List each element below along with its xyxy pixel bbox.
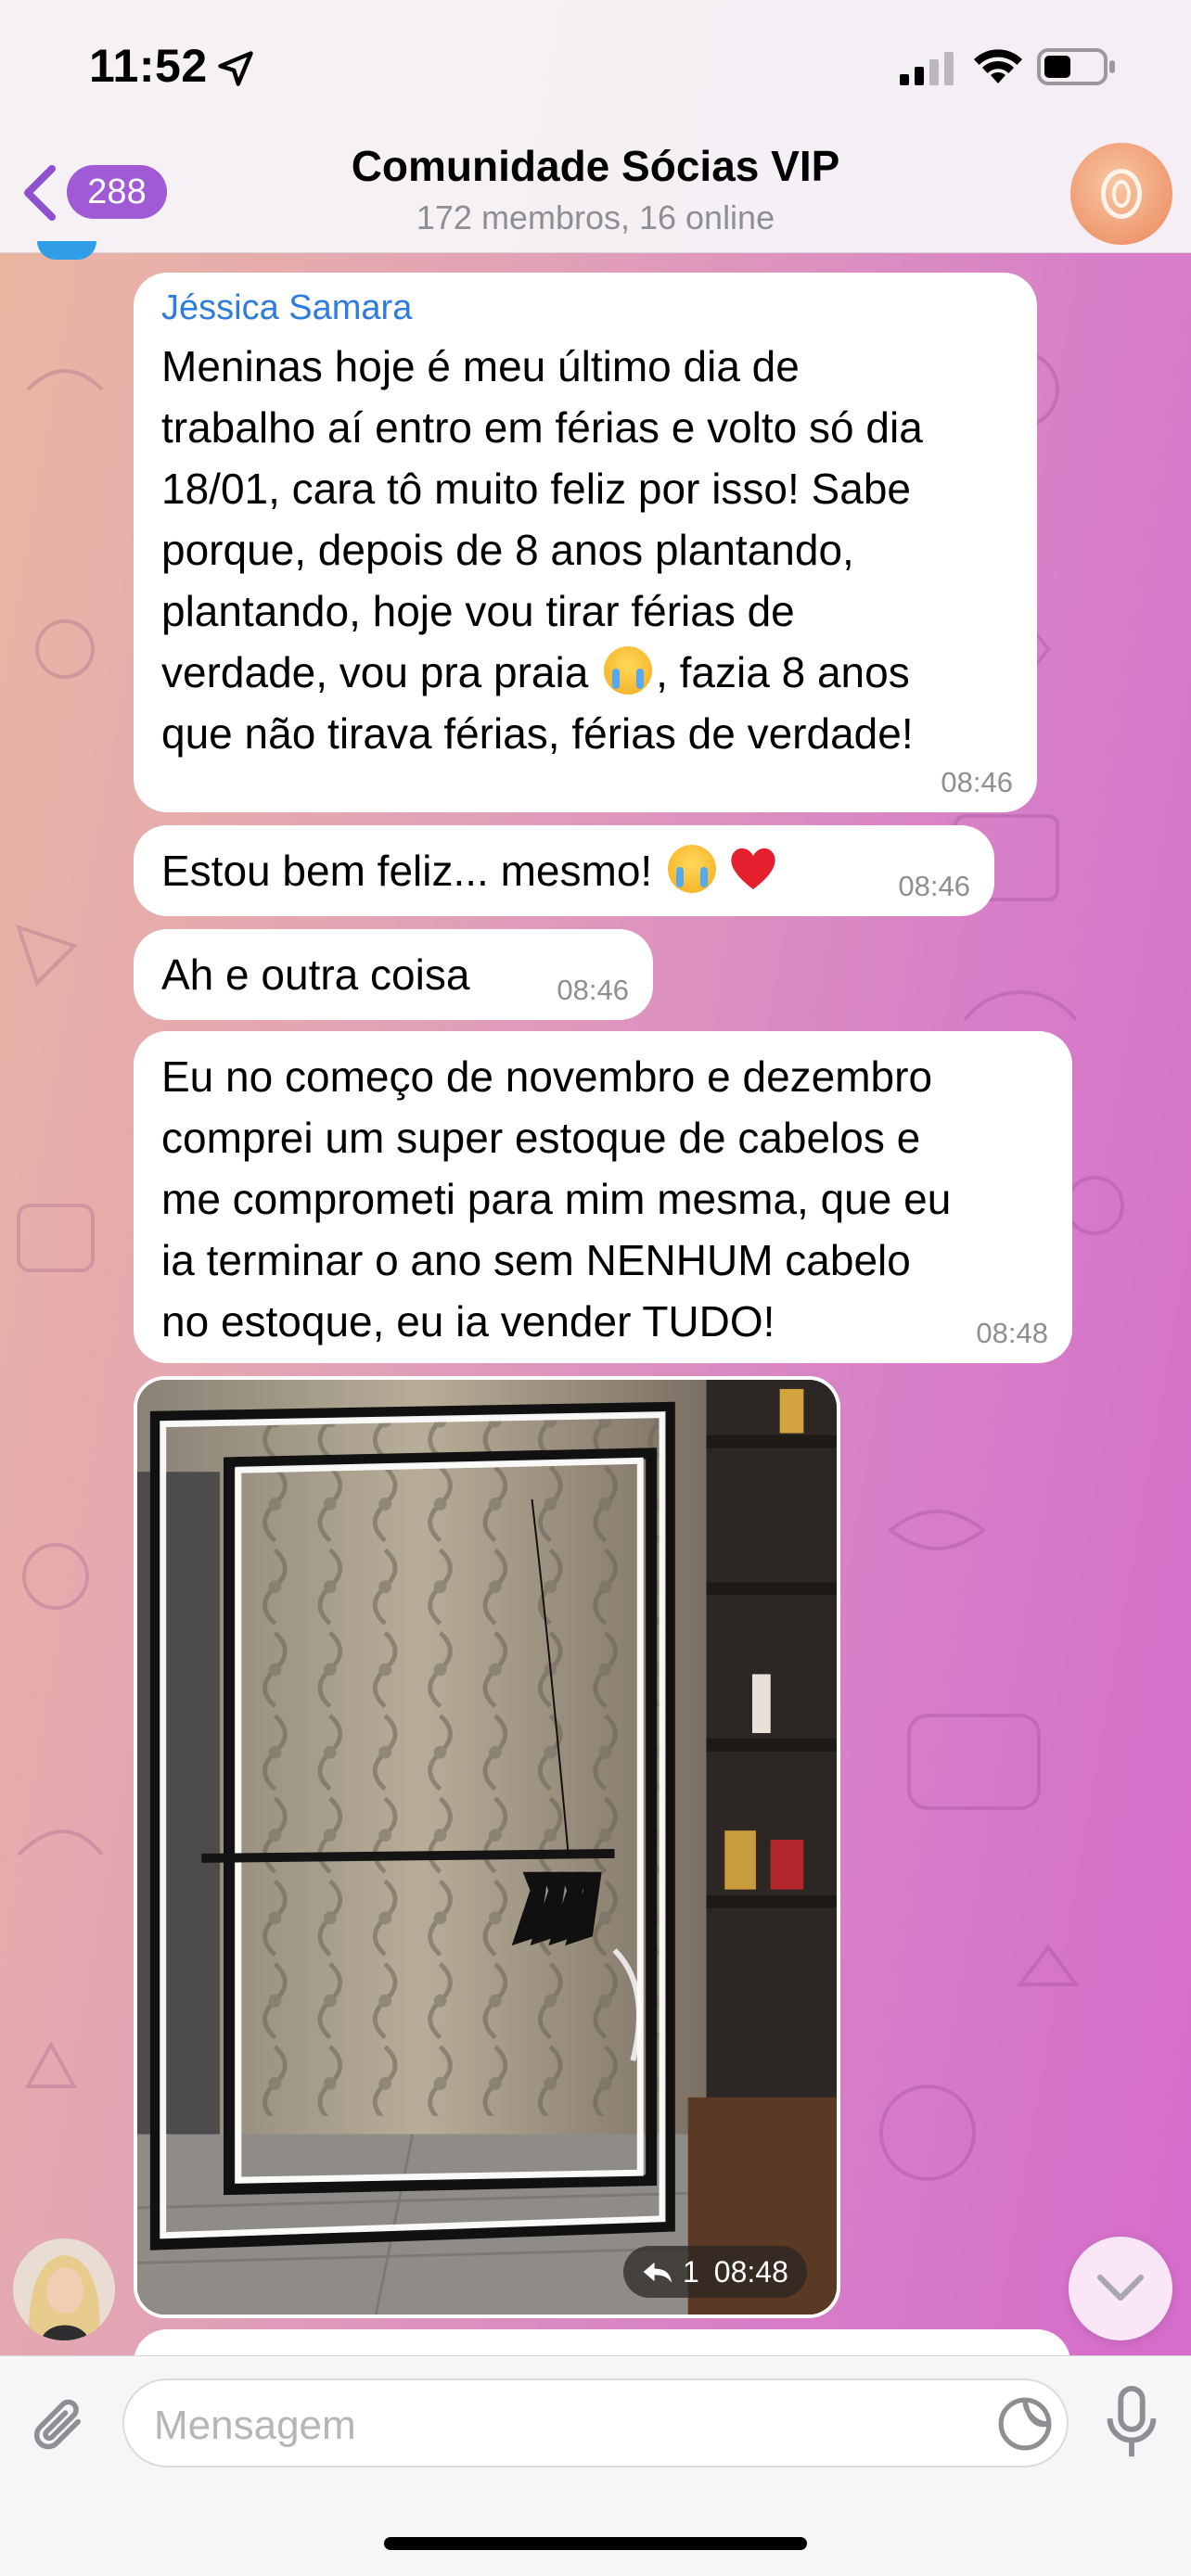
crying-emoji-icon xyxy=(667,845,716,893)
photo-message[interactable] xyxy=(134,1376,840,2318)
message-bubble[interactable]: Ah e outra coisa 08:46 xyxy=(134,929,653,1020)
message-text: Eu no começo de novembro e dezembro comp… xyxy=(161,1052,952,1345)
sender-name[interactable]: Jéssica Samara xyxy=(161,287,1009,328)
red-heart-icon xyxy=(731,848,775,889)
microphone-icon[interactable] xyxy=(1104,2386,1159,2462)
paperclip-icon[interactable] xyxy=(30,2390,91,2464)
photo-meta-badge[interactable]: 1 08:48 xyxy=(623,2246,807,2298)
message-time: 08:48 xyxy=(976,1317,1048,1349)
battery-icon xyxy=(1037,48,1115,85)
message-text: Meninas hoje é meu último dia de trabalh… xyxy=(161,342,923,758)
home-indicator xyxy=(384,2537,807,2550)
reply-icon xyxy=(643,2262,672,2283)
message-text: Ah e outra coisa xyxy=(161,950,470,999)
message-bubble[interactable]: Jéssica Samara Meninas hoje é meu último… xyxy=(134,273,1037,812)
wifi-icon xyxy=(974,49,1022,83)
clothing-rack-photo xyxy=(137,1380,837,2315)
avatar[interactable] xyxy=(13,2238,115,2340)
scroll-to-bottom-button[interactable] xyxy=(1069,2237,1172,2340)
status-time: 11:52 xyxy=(89,40,208,92)
location-arrow-icon xyxy=(218,51,253,86)
sticker-icon[interactable] xyxy=(996,2395,1054,2453)
message-time: 08:46 xyxy=(941,766,1013,798)
message-time: 08:48 xyxy=(713,2255,788,2289)
reply-count: 1 xyxy=(683,2255,699,2289)
chat-subtitle: 172 membros, 16 online xyxy=(416,198,775,236)
message-bubble[interactable]: Estou bem feliz... mesmo! 08:46 xyxy=(134,825,994,916)
chat-title[interactable]: Comunidade Sócias VIP xyxy=(0,141,1191,191)
signal-icon xyxy=(900,52,954,85)
message-text: Estou bem feliz... mesmo! xyxy=(161,840,967,901)
message-time: 08:46 xyxy=(898,870,970,902)
message-time: 08:46 xyxy=(557,974,629,1006)
message-bubble[interactable]: Eu no começo de novembro e dezembro comp… xyxy=(134,1031,1072,1363)
message-input-placeholder: Mensagem xyxy=(154,2403,356,2448)
previous-sender-avatar xyxy=(37,241,96,260)
group-avatar[interactable] xyxy=(1070,143,1172,245)
navigation-header: 11:52 288 Comunidade Sócias VIP 172 memb… xyxy=(0,0,1191,253)
chevron-down-icon xyxy=(1097,2275,1144,2301)
crying-emoji-icon xyxy=(604,646,653,695)
message-input[interactable]: Mensagem xyxy=(122,2378,1069,2468)
